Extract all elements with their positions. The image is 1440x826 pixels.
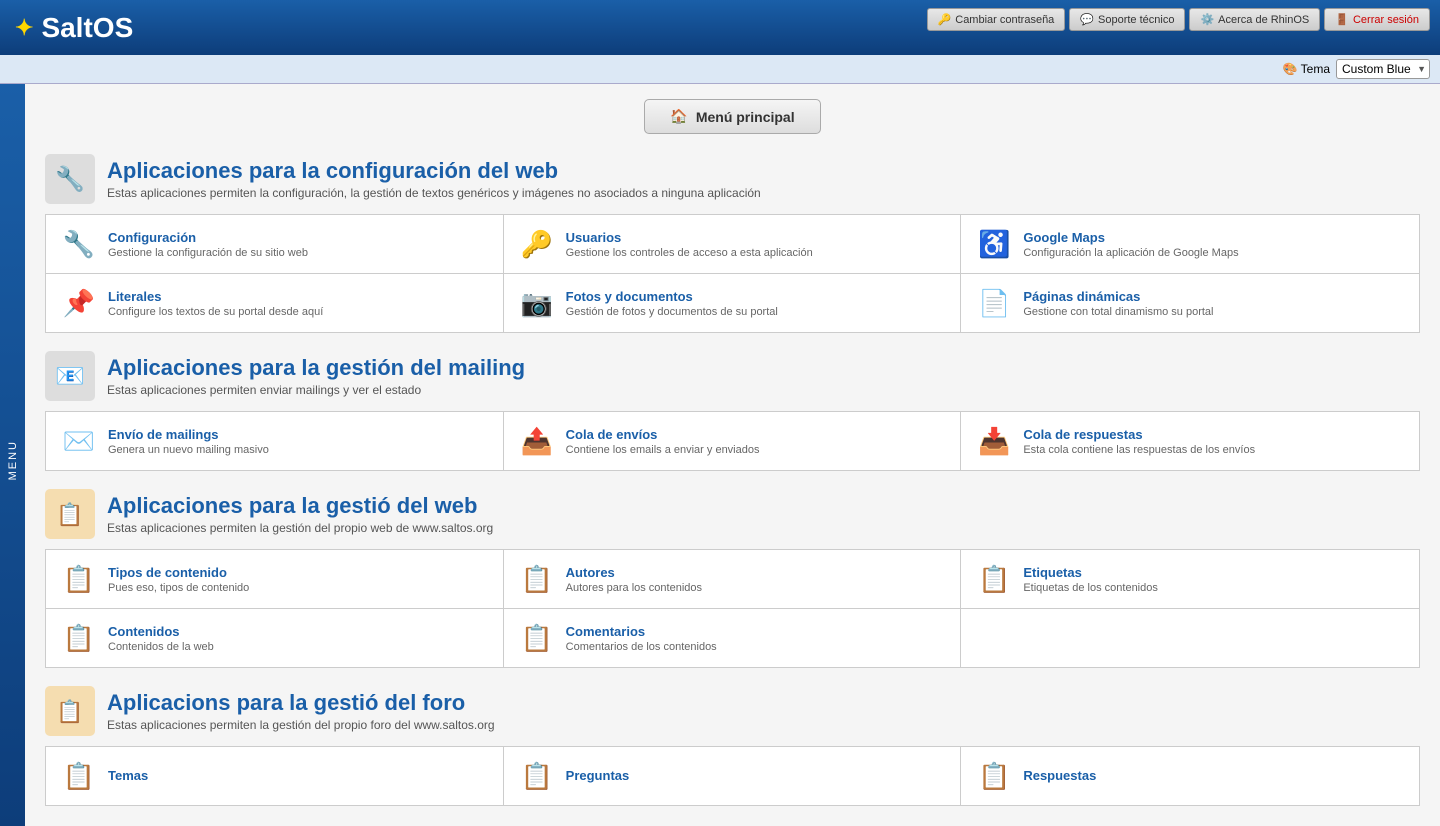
section-web-mgmt-desc: Estas aplicaciones permiten la gestión d… <box>107 521 493 535</box>
send-mailing-cell[interactable]: ✉️ Envío de mailings Genera un nuevo mai… <box>46 412 504 470</box>
logo-star: ✦ <box>15 15 33 41</box>
section-mailing-icon: 📧 <box>45 351 95 401</box>
dynamic-pages-icon: 📄 <box>975 284 1013 322</box>
config-cell[interactable]: 🔧 Configuración Gestione la configuració… <box>46 215 504 274</box>
main-content: 🏠 Menú principal 🔧 Aplicaciones para la … <box>25 84 1440 826</box>
tags-cell[interactable]: 📋 Etiquetas Etiquetas de los contenidos <box>961 550 1419 609</box>
section-mailing-title: Aplicaciones para la gestión del mailing <box>107 355 525 381</box>
config-icon: 🔧 <box>60 225 98 263</box>
replies-icon: 📥 <box>975 422 1013 460</box>
send-mailing-icon: ✉️ <box>60 422 98 460</box>
header: ✦ SaltOS 🔑 Cambiar contraseña 💬 Soporte … <box>0 0 1440 55</box>
home-icon: 🏠 <box>670 108 687 125</box>
photos-cell[interactable]: 📷 Fotos y documentos Gestión de fotos y … <box>504 274 962 332</box>
section-web-mgmt-grid: 📋 Tipos de contenido Pues eso, tipos de … <box>45 549 1420 668</box>
content-types-icon: 📋 <box>60 560 98 598</box>
comments-icon: 📋 <box>518 619 556 657</box>
tags-icon: 📋 <box>975 560 1013 598</box>
menu-principal-wrap: 🏠 Menú principal <box>45 99 1420 134</box>
support-button[interactable]: 💬 Soporte técnico <box>1069 8 1185 31</box>
answers-icon: 📋 <box>975 757 1013 795</box>
themes-cell[interactable]: 📋 Temas <box>46 747 504 805</box>
section-config-web-title: Aplicaciones para la configuración del w… <box>107 158 761 184</box>
users-cell[interactable]: 🔑 Usuarios Gestione los controles de acc… <box>504 215 962 274</box>
key-icon: 🔑 <box>938 13 952 26</box>
section-forum-mgmt-header: 📋 Aplicacions para la gestió del foro Es… <box>45 686 1420 736</box>
themes-icon: 📋 <box>60 757 98 795</box>
svg-text:📋: 📋 <box>56 502 83 527</box>
authors-icon: 📋 <box>518 560 556 598</box>
about-button[interactable]: ⚙️ Acerca de RhinOS <box>1189 8 1320 31</box>
logo-text: SaltOS <box>41 12 133 44</box>
info-icon: ⚙️ <box>1200 13 1214 26</box>
sidebar: MENU <box>0 84 25 826</box>
sidebar-menu-label: MENU <box>7 440 19 480</box>
section-config-web-header: 🔧 Aplicaciones para la configuración del… <box>45 154 1420 204</box>
content-types-cell[interactable]: 📋 Tipos de contenido Pues eso, tipos de … <box>46 550 504 609</box>
section-web-mgmt-title: Aplicaciones para la gestió del web <box>107 493 493 519</box>
dynamic-pages-cell[interactable]: 📄 Páginas dinámicas Gestione con total d… <box>961 274 1419 332</box>
section-config-web-grid: 🔧 Configuración Gestione la configuració… <box>45 214 1420 333</box>
header-nav: 🔑 Cambiar contraseña 💬 Soporte técnico ⚙… <box>927 8 1430 31</box>
literals-icon: 📌 <box>60 284 98 322</box>
logout-button[interactable]: 🚪 Cerrar sesión <box>1324 8 1430 31</box>
answers-cell[interactable]: 📋 Respuestas <box>961 747 1419 805</box>
users-icon: 🔑 <box>518 225 556 263</box>
section-web-mgmt-header: 📋 Aplicaciones para la gestió del web Es… <box>45 489 1420 539</box>
questions-icon: 📋 <box>518 757 556 795</box>
svg-text:📧: 📧 <box>55 363 85 390</box>
theme-bar: 🎨 Tema Custom Blue Default Dark <box>0 55 1440 84</box>
theme-select-wrap: Custom Blue Default Dark <box>1336 59 1430 79</box>
section-mailing-grid: ✉️ Envío de mailings Genera un nuevo mai… <box>45 411 1420 471</box>
questions-cell[interactable]: 📋 Preguntas <box>504 747 962 805</box>
logo: ✦ SaltOS <box>15 12 133 44</box>
section-config-web-desc: Estas aplicaciones permiten la configura… <box>107 186 761 200</box>
section-forum-mgmt-desc: Estas aplicaciones permiten la gestión d… <box>107 718 495 732</box>
literals-cell[interactable]: 📌 Literales Configure los textos de su p… <box>46 274 504 332</box>
svg-text:📋: 📋 <box>56 699 83 724</box>
contents-cell[interactable]: 📋 Contenidos Contenidos de la web <box>46 609 504 667</box>
section-forum-mgmt-title: Aplicacions para la gestió del foro <box>107 690 495 716</box>
empty-cell-1 <box>961 609 1419 667</box>
googlemaps-cell[interactable]: ♿ Google Maps Configuración la aplicació… <box>961 215 1419 274</box>
replies-cell[interactable]: 📥 Cola de respuestas Esta cola contiene … <box>961 412 1419 470</box>
queue-icon: 📤 <box>518 422 556 460</box>
section-mailing-desc: Estas aplicaciones permiten enviar maili… <box>107 383 525 397</box>
comments-cell[interactable]: 📋 Comentarios Comentarios de los conteni… <box>504 609 962 667</box>
queue-cell[interactable]: 📤 Cola de envíos Contiene los emails a e… <box>504 412 962 470</box>
menu-principal-button[interactable]: 🏠 Menú principal <box>644 99 820 134</box>
theme-select[interactable]: Custom Blue Default Dark <box>1336 59 1430 79</box>
section-web-mgmt-icon: 📋 <box>45 489 95 539</box>
contents-icon: 📋 <box>60 619 98 657</box>
googlemaps-icon: ♿ <box>975 225 1013 263</box>
change-password-button[interactable]: 🔑 Cambiar contraseña <box>927 8 1066 31</box>
menu-principal-label: Menú principal <box>696 109 795 125</box>
authors-cell[interactable]: 📋 Autores Autores para los contenidos <box>504 550 962 609</box>
content-wrapper: MENU 🏠 Menú principal 🔧 Aplicaciones par… <box>0 84 1440 826</box>
svg-text:🔧: 🔧 <box>55 164 85 193</box>
chat-icon: 💬 <box>1080 13 1094 26</box>
section-forum-mgmt-grid: 📋 Temas 📋 Preguntas 📋 Respuestas <box>45 746 1420 806</box>
section-forum-mgmt-icon: 📋 <box>45 686 95 736</box>
section-config-web-icon: 🔧 <box>45 154 95 204</box>
section-mailing-header: 📧 Aplicaciones para la gestión del maili… <box>45 351 1420 401</box>
logout-icon: 🚪 <box>1335 13 1349 26</box>
photos-icon: 📷 <box>518 284 556 322</box>
theme-label: 🎨 Tema <box>1283 62 1330 76</box>
